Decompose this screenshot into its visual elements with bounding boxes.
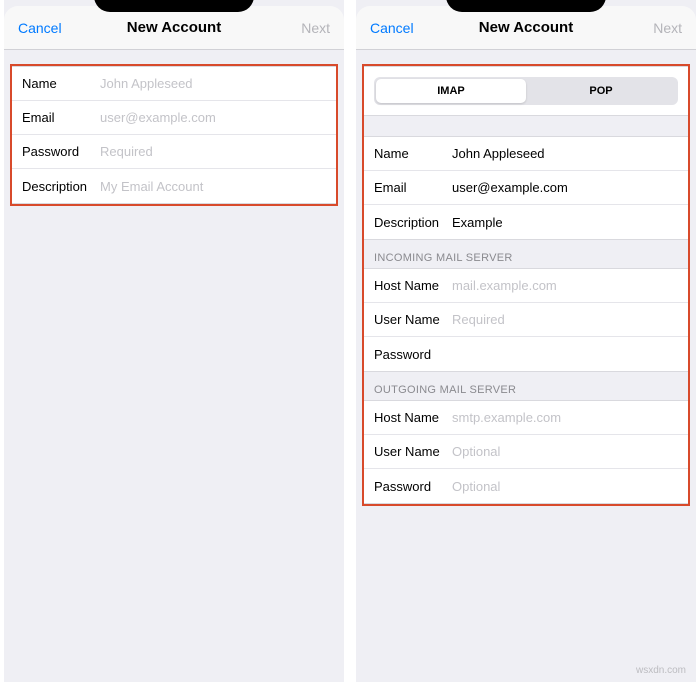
input-in-user[interactable] <box>452 312 678 327</box>
input-name[interactable] <box>452 146 678 161</box>
row-name: Name <box>12 67 336 101</box>
input-email[interactable] <box>452 180 678 195</box>
tab-pop[interactable]: POP <box>526 79 676 103</box>
label-out-pass: Password <box>374 479 452 494</box>
label-out-host: Host Name <box>374 410 452 425</box>
label-description: Description <box>22 179 100 194</box>
watermark: wsxdn.com <box>636 665 686 676</box>
group-incoming: Host Name User Name Password <box>364 268 688 372</box>
row-password: Password <box>12 135 336 169</box>
segmented-control: IMAP POP <box>374 77 678 105</box>
label-in-user: User Name <box>374 312 452 327</box>
row-out-user: User Name <box>364 435 688 469</box>
tab-imap[interactable]: IMAP <box>376 79 526 103</box>
row-out-host: Host Name <box>364 401 688 435</box>
header-outgoing: Outgoing Mail Server <box>364 372 688 400</box>
row-in-user: User Name <box>364 303 688 337</box>
input-description[interactable] <box>100 179 326 194</box>
row-out-pass: Password <box>364 469 688 503</box>
group-outgoing: Host Name User Name Password <box>364 400 688 504</box>
header-incoming: Incoming Mail Server <box>364 240 688 268</box>
screenshot-left: Cancel New Account Next Name Email Passw… <box>4 0 344 682</box>
highlight-box: IMAP POP Name Email Description <box>362 64 690 506</box>
label-name: Name <box>22 76 100 91</box>
label-email: Email <box>22 110 100 125</box>
navbar: Cancel New Account Next <box>4 6 344 50</box>
label-description: Description <box>374 215 452 230</box>
label-name: Name <box>374 146 452 161</box>
input-in-pass[interactable] <box>452 347 678 362</box>
input-email[interactable] <box>100 110 326 125</box>
next-button[interactable]: Next <box>653 20 682 36</box>
row-description: Description <box>12 169 336 203</box>
input-out-pass[interactable] <box>452 479 678 494</box>
input-out-user[interactable] <box>452 444 678 459</box>
row-description: Description <box>364 205 688 239</box>
label-in-host: Host Name <box>374 278 452 293</box>
label-email: Email <box>374 180 452 195</box>
next-button[interactable]: Next <box>301 20 330 36</box>
row-email: Email <box>364 171 688 205</box>
input-in-host[interactable] <box>452 278 678 293</box>
row-email: Email <box>12 101 336 135</box>
label-out-user: User Name <box>374 444 452 459</box>
input-out-host[interactable] <box>452 410 678 425</box>
screenshot-right: Cancel New Account Next IMAP POP Name <box>356 0 696 682</box>
input-description[interactable] <box>452 215 678 230</box>
input-name[interactable] <box>100 76 326 91</box>
cancel-button[interactable]: Cancel <box>370 20 414 36</box>
navbar: Cancel New Account Next <box>356 6 696 50</box>
input-password[interactable] <box>100 144 326 159</box>
row-in-host: Host Name <box>364 269 688 303</box>
highlight-box: Name Email Password Description <box>10 64 338 206</box>
group-account: Name Email Description <box>364 136 688 240</box>
label-in-pass: Password <box>374 347 452 362</box>
label-password: Password <box>22 144 100 159</box>
cancel-button[interactable]: Cancel <box>18 20 62 36</box>
row-in-pass: Password <box>364 337 688 371</box>
row-name: Name <box>364 137 688 171</box>
